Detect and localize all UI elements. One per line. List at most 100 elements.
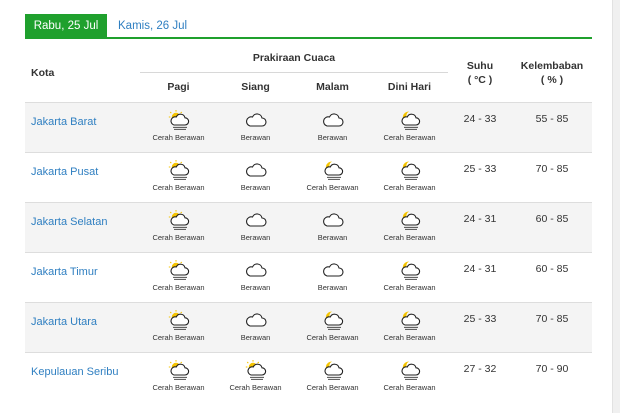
forecast-table: Kota Prakiraan Cuaca Suhu ( °C ) Kelemba… — [25, 44, 592, 402]
weather-label: Cerah Berawan — [383, 182, 436, 192]
partly-cloudy-night-icon — [398, 209, 422, 231]
partly-cloudy-night-icon — [398, 109, 422, 131]
table-row: Jakarta Selatan Cerah Berawan Berawan Beraw… — [25, 201, 592, 252]
weather-label: Berawan — [317, 282, 348, 292]
weather-cell: Berawan — [217, 201, 294, 252]
city-link[interactable]: Jakarta Selatan — [31, 216, 107, 228]
cloud-icon — [244, 259, 268, 281]
cloud-icon — [321, 109, 345, 131]
partly-cloudy-day-icon — [167, 309, 191, 331]
weather-cell: Cerah Berawan — [217, 351, 294, 402]
header-dini-hari: Dini Hari — [371, 71, 448, 102]
kelembaban-value: 60 - 85 — [512, 251, 592, 302]
header-kelembaban-label: Kelembaban — [520, 59, 584, 72]
partly-cloudy-night-icon — [321, 359, 345, 381]
partly-cloudy-day-icon — [167, 259, 191, 281]
city-cell: Jakarta Timur — [25, 251, 140, 302]
suhu-value: 27 - 32 — [448, 351, 512, 402]
weather-cell: Cerah Berawan — [294, 351, 371, 402]
suhu-value: 24 - 31 — [448, 201, 512, 252]
city-link[interactable]: Jakarta Barat — [31, 116, 96, 128]
city-cell: Jakarta Barat — [25, 101, 140, 152]
partly-cloudy-night-icon — [321, 159, 345, 181]
weather-label: Berawan — [240, 182, 271, 192]
partly-cloudy-day-icon — [167, 109, 191, 131]
weather-cell: Berawan — [294, 201, 371, 252]
cloud-icon — [244, 159, 268, 181]
partly-cloudy-night-icon — [398, 259, 422, 281]
weather-label: Cerah Berawan — [383, 332, 436, 342]
table-row: Jakarta Barat Cerah Berawan Berawan Berawan… — [25, 101, 592, 152]
partly-cloudy-night-icon — [321, 309, 345, 331]
weather-cell: Berawan — [217, 151, 294, 202]
weather-label: Cerah Berawan — [383, 132, 436, 142]
city-link[interactable]: Kepulauan Seribu — [31, 366, 118, 378]
weather-label: Cerah Berawan — [306, 382, 359, 392]
table-row: Jakarta Timur Cerah Berawan Berawan Berawan… — [25, 251, 592, 302]
partly-cloudy-day-icon — [167, 209, 191, 231]
suhu-value: 24 - 33 — [448, 101, 512, 152]
weather-cell: Cerah Berawan — [371, 101, 448, 152]
weather-label: Cerah Berawan — [383, 382, 436, 392]
suhu-value: 25 - 33 — [448, 301, 512, 352]
date-tabs: Rabu, 25 Jul Kamis, 26 Jul — [25, 14, 198, 38]
partly-cloudy-night-icon — [398, 359, 422, 381]
table-row: Kepulauan Seribu Cerah Berawan Cerah Beraw… — [25, 351, 592, 402]
header-malam: Malam — [294, 71, 371, 102]
weather-cell: Cerah Berawan — [140, 201, 217, 252]
header-prakiraan-cuaca: Prakiraan Cuaca — [140, 44, 448, 72]
weather-label: Berawan — [240, 232, 271, 242]
weather-label: Berawan — [317, 232, 348, 242]
city-link[interactable]: Jakarta Utara — [31, 316, 97, 328]
header-prakiraan-label: Prakiraan Cuaca — [252, 51, 336, 64]
weather-label: Cerah Berawan — [306, 332, 359, 342]
weather-label: Cerah Berawan — [229, 382, 282, 392]
weather-cell: Cerah Berawan — [140, 301, 217, 352]
weather-cell: Cerah Berawan — [371, 201, 448, 252]
weather-label: Cerah Berawan — [152, 332, 205, 342]
weather-cell: Cerah Berawan — [140, 151, 217, 202]
header-kota: Kota — [31, 66, 55, 79]
weather-label: Berawan — [317, 132, 348, 142]
table-row: Jakarta Pusat Cerah Berawan Berawan Cerah B… — [25, 151, 592, 202]
weather-cell: Cerah Berawan — [140, 251, 217, 302]
weather-label: Cerah Berawan — [152, 232, 205, 242]
city-cell: Jakarta Utara — [25, 301, 140, 352]
cloud-icon — [244, 109, 268, 131]
weather-label: Berawan — [240, 132, 271, 142]
weather-cell: Berawan — [217, 101, 294, 152]
cloud-icon — [321, 259, 345, 281]
header-kelembaban-unit: ( % ) — [540, 73, 564, 86]
weather-label: Cerah Berawan — [152, 182, 205, 192]
header-suhu-unit: ( °C ) — [467, 73, 493, 86]
tab-rabu-25-jul[interactable]: Rabu, 25 Jul — [25, 14, 107, 38]
tab-underline — [25, 37, 592, 39]
kelembaban-value: 60 - 85 — [512, 201, 592, 252]
weather-cell: Cerah Berawan — [371, 251, 448, 302]
city-link[interactable]: Jakarta Pusat — [31, 166, 98, 178]
weather-label: Berawan — [240, 332, 271, 342]
partly-cloudy-day-icon — [167, 159, 191, 181]
partly-cloudy-night-icon — [398, 159, 422, 181]
cloud-icon — [244, 309, 268, 331]
weather-cell: Cerah Berawan — [140, 351, 217, 402]
suhu-value: 25 - 33 — [448, 151, 512, 202]
weather-label: Cerah Berawan — [383, 282, 436, 292]
weather-cell: Cerah Berawan — [294, 151, 371, 202]
weather-cell: Cerah Berawan — [371, 351, 448, 402]
kelembaban-value: 70 - 85 — [512, 301, 592, 352]
header-pagi: Pagi — [140, 71, 217, 102]
tab-kamis-26-jul[interactable]: Kamis, 26 Jul — [107, 14, 198, 38]
partly-cloudy-day-icon — [167, 359, 191, 381]
weather-label: Cerah Berawan — [152, 382, 205, 392]
scrollbar-track[interactable] — [612, 0, 620, 413]
table-row: Jakarta Utara Cerah Berawan Berawan Cerah B… — [25, 301, 592, 352]
kelembaban-value: 70 - 90 — [512, 351, 592, 402]
weather-label: Cerah Berawan — [306, 182, 359, 192]
city-link[interactable]: Jakarta Timur — [31, 266, 98, 278]
weather-label: Cerah Berawan — [152, 132, 205, 142]
kelembaban-value: 55 - 85 — [512, 101, 592, 152]
weather-cell: Cerah Berawan — [140, 101, 217, 152]
partly-cloudy-day-icon — [244, 359, 268, 381]
weather-label: Cerah Berawan — [383, 232, 436, 242]
